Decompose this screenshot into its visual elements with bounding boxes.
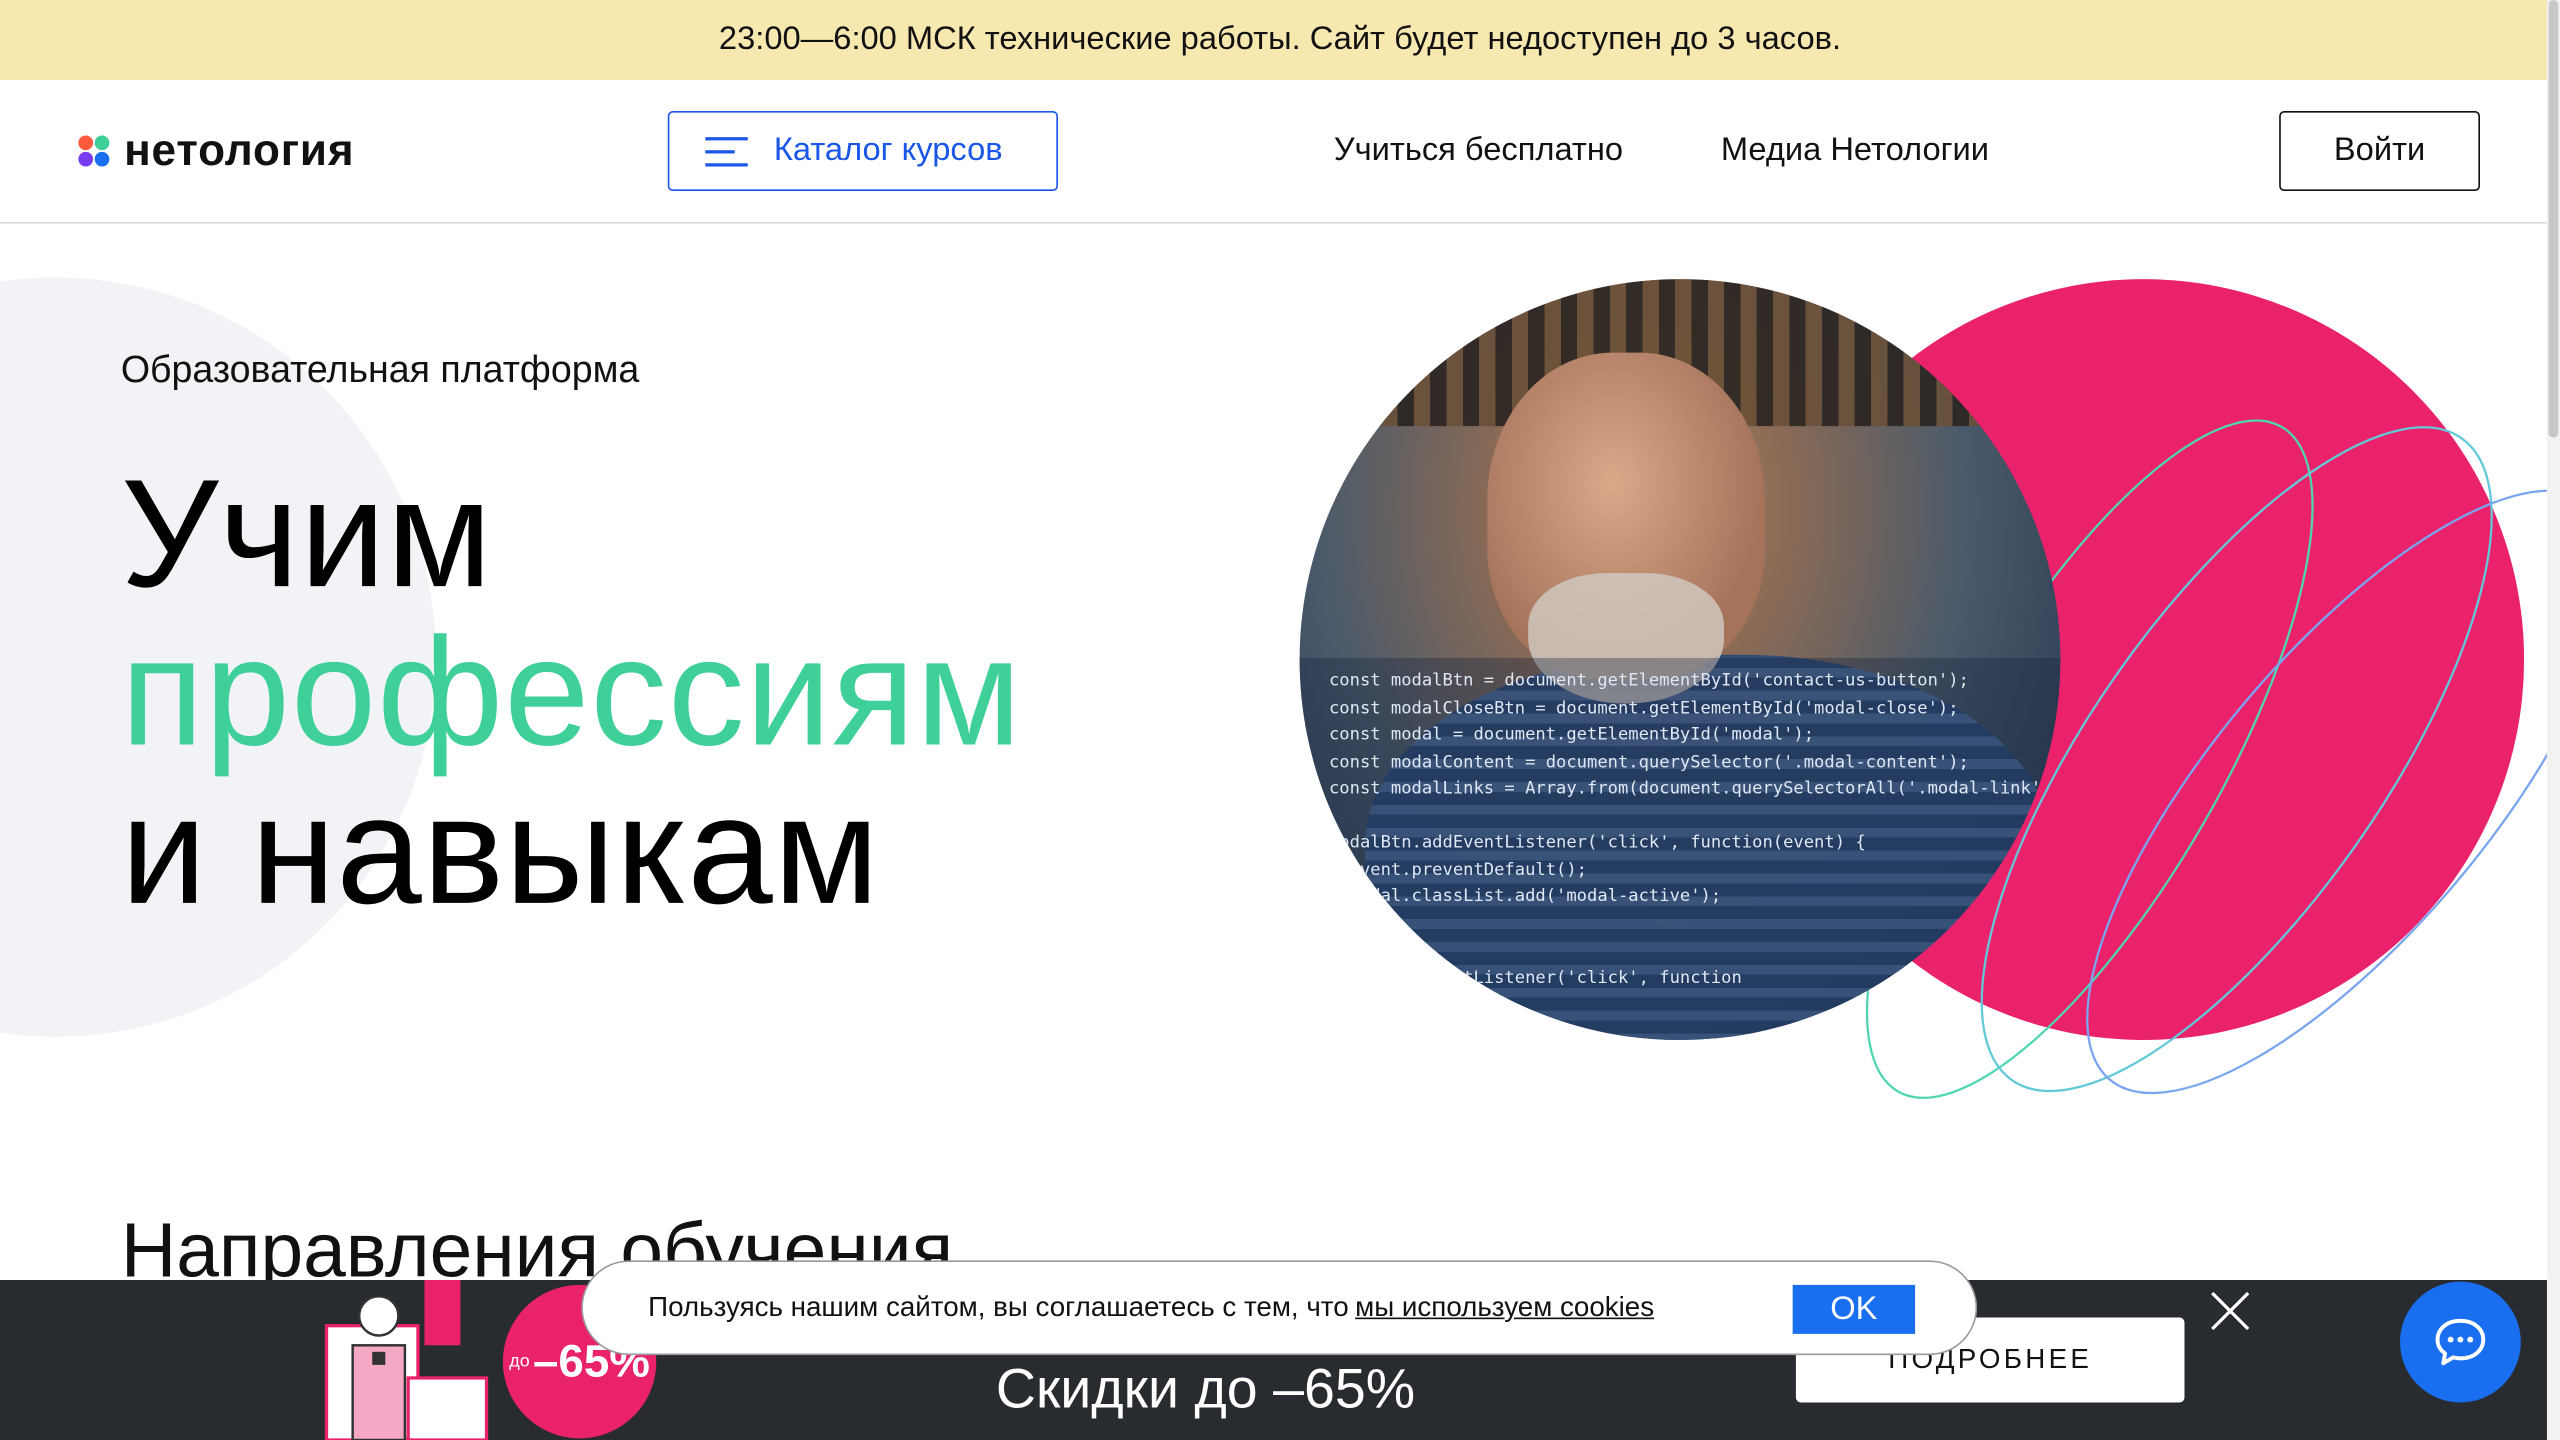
page: 23:00—6:00 МСК технические работы. Сайт … bbox=[0, 0, 2560, 1440]
logo-mark-icon bbox=[78, 134, 111, 168]
maintenance-banner: 23:00—6:00 МСК технические работы. Сайт … bbox=[0, 0, 2560, 80]
chat-bubble-icon bbox=[2435, 1318, 2486, 1366]
cookie-policy-link[interactable]: мы используем cookies bbox=[1355, 1291, 1654, 1324]
nav-media[interactable]: Медиа Нетологии bbox=[1721, 132, 1989, 170]
hero-title-line2: профессиям bbox=[120, 605, 1023, 778]
chat-button[interactable] bbox=[2399, 1281, 2521, 1403]
logo-text: нетология bbox=[124, 125, 355, 175]
promo-character-illustration bbox=[324, 1279, 489, 1440]
logo[interactable]: нетология bbox=[78, 126, 354, 177]
cookie-notice: Пользуясь нашим сайтом, вы соглашаетесь … bbox=[581, 1260, 1978, 1356]
hero-eyebrow: Образовательная платформа bbox=[120, 347, 640, 391]
code-overlay: const modalBtn = document.getElementById… bbox=[1299, 657, 2061, 1040]
hero-illustration: const modalBtn = document.getElementById… bbox=[1290, 269, 2560, 1151]
maintenance-text: 23:00—6:00 МСК технические работы. Сайт … bbox=[718, 21, 1842, 58]
site-header: нетология Каталог курсов Учиться бесплат… bbox=[0, 79, 2560, 224]
hero-title-line1: Учим bbox=[120, 447, 493, 619]
cookie-ok-button[interactable]: OK bbox=[1792, 1284, 1916, 1334]
scrollbar-thumb[interactable] bbox=[2548, 0, 2559, 438]
instructor-photo: const modalBtn = document.getElementById… bbox=[1299, 279, 2061, 1040]
catalog-label: Каталог курсов bbox=[773, 132, 1003, 169]
cookie-text: Пользуясь нашим сайтом, вы соглашаетесь … bbox=[648, 1291, 1349, 1323]
hero-title: Учим профессиям и навыкам bbox=[121, 454, 1022, 929]
nav-learn-free[interactable]: Учиться бесплатно bbox=[1334, 132, 1623, 170]
hero-title-line3: и навыкам bbox=[120, 764, 880, 936]
menu-icon bbox=[705, 136, 748, 166]
catalog-button[interactable]: Каталог курсов bbox=[667, 111, 1058, 192]
promo-text: Скидки до –65% bbox=[995, 1358, 1416, 1421]
scrollbar[interactable] bbox=[2546, 0, 2560, 1440]
close-icon[interactable] bbox=[2207, 1288, 2253, 1334]
login-button[interactable]: Войти bbox=[2279, 111, 2480, 192]
